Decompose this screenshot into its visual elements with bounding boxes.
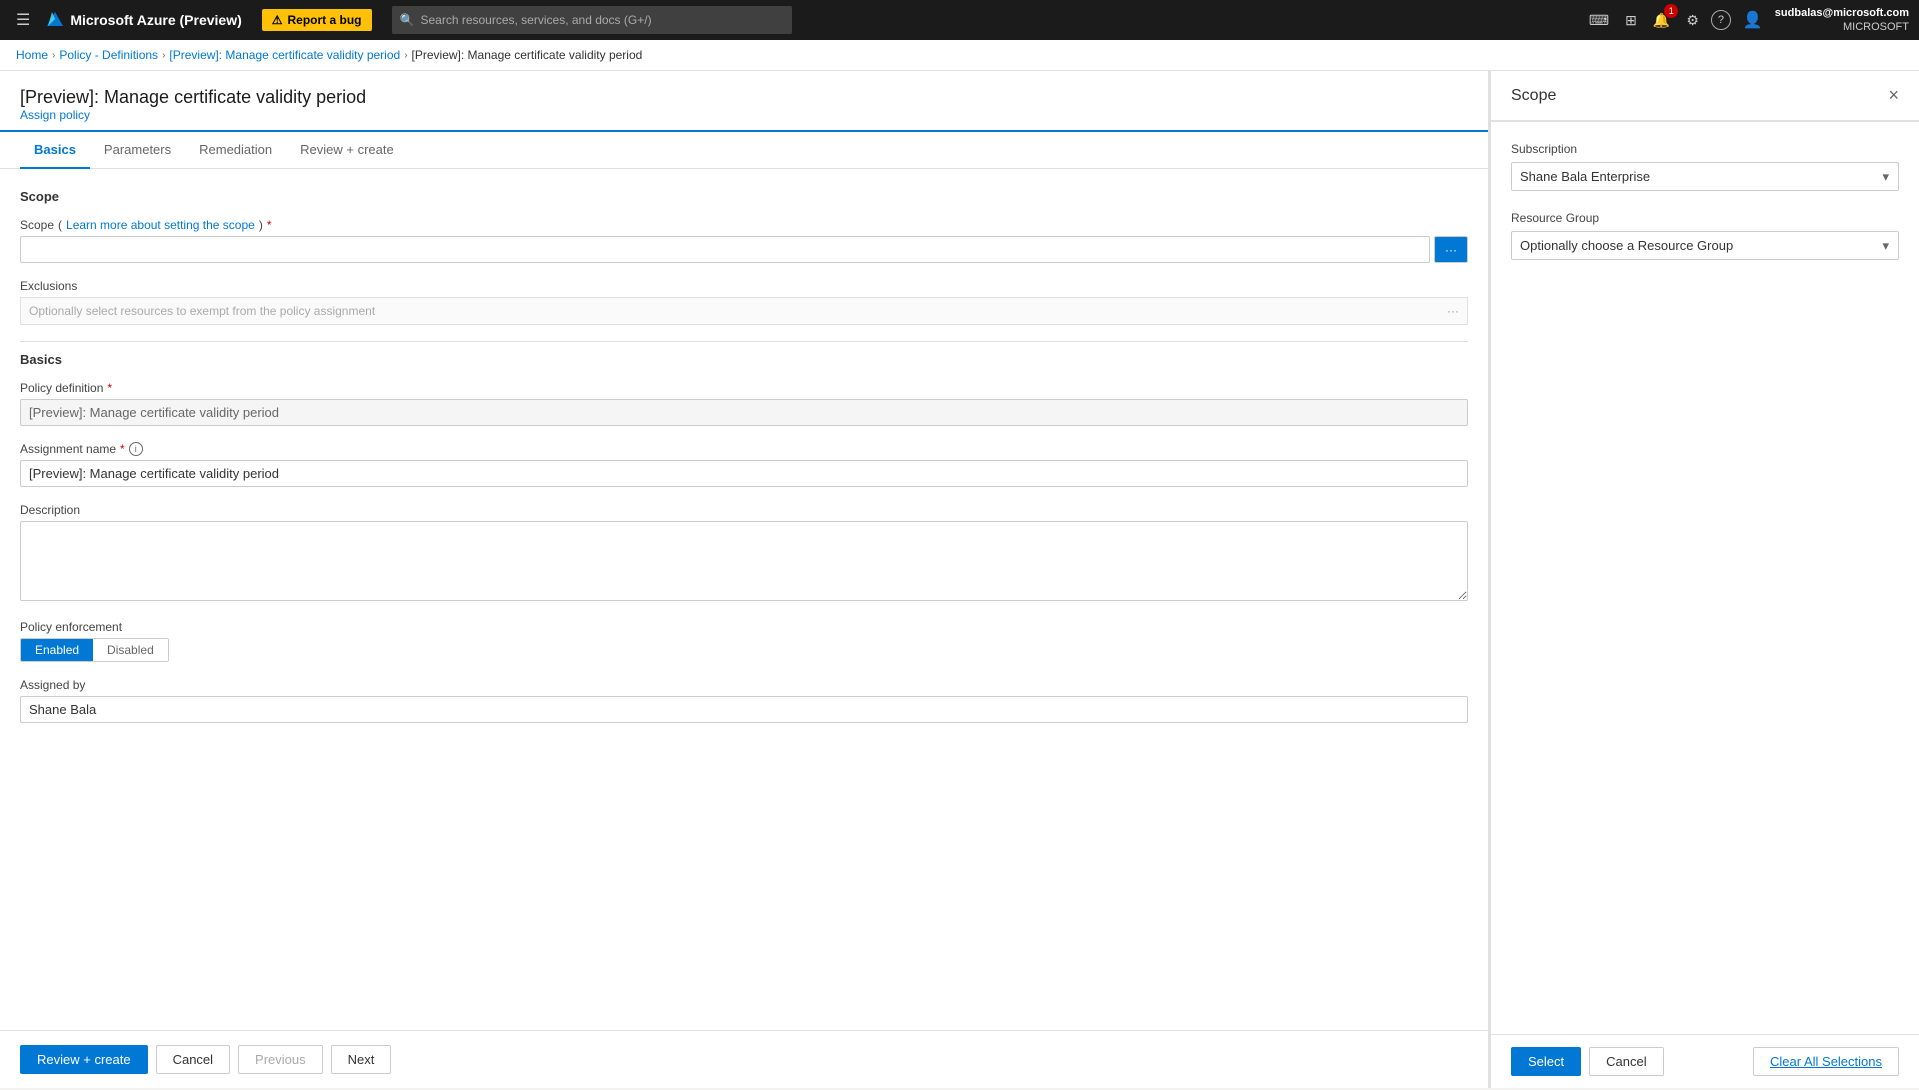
help-icon[interactable]: ?: [1711, 10, 1731, 30]
enforcement-enabled-button[interactable]: Enabled: [21, 639, 93, 661]
breadcrumb-preview-manage[interactable]: [Preview]: Manage certificate validity p…: [169, 48, 400, 62]
exclusions-field[interactable]: Optionally select resources to exempt fr…: [20, 297, 1468, 325]
resource-group-section: Resource Group Optionally choose a Resou…: [1511, 211, 1899, 260]
terminal-icon[interactable]: ⌨: [1585, 8, 1613, 33]
scope-input[interactable]: [20, 236, 1430, 263]
tab-basics[interactable]: Basics: [20, 132, 90, 169]
previous-button[interactable]: Previous: [238, 1045, 323, 1074]
subscription-section: Subscription Shane Bala Enterprise: [1511, 142, 1899, 191]
assigned-by-input[interactable]: [20, 696, 1468, 723]
policy-def-label: Policy definition *: [20, 381, 1468, 395]
search-input[interactable]: [420, 13, 783, 27]
exclusions-label: Exclusions: [20, 279, 1468, 293]
notification-badge: 1: [1664, 4, 1678, 18]
topbar: ☰ Microsoft Azure (Preview) ⚠ Report a b…: [0, 0, 1919, 40]
breadcrumb-sep-3: ›: [404, 50, 407, 61]
resource-group-select-wrapper: Optionally choose a Resource Group: [1511, 231, 1899, 260]
warning-icon: ⚠: [272, 13, 283, 27]
scope-panel: Scope × Subscription Shane Bala Enterpri…: [1489, 71, 1919, 1088]
subscription-label: Subscription: [1511, 142, 1899, 156]
settings-icon[interactable]: ⚙: [1682, 8, 1703, 33]
resource-group-select[interactable]: Optionally choose a Resource Group: [1511, 231, 1899, 260]
scope-panel-footer: Select Cancel Clear All Selections: [1491, 1034, 1919, 1088]
exclusions-placeholder: Optionally select resources to exempt fr…: [29, 304, 375, 318]
tab-parameters[interactable]: Parameters: [90, 132, 185, 169]
description-textarea[interactable]: [20, 521, 1468, 601]
enforcement-toggle: Enabled Disabled: [20, 638, 169, 662]
form-content: Scope Scope (Learn more about setting th…: [0, 169, 1488, 1030]
enforcement-disabled-button[interactable]: Disabled: [93, 639, 168, 661]
scope-ellipsis-button[interactable]: ···: [1434, 236, 1468, 263]
clear-all-button[interactable]: Clear All Selections: [1753, 1047, 1899, 1076]
main-layout: [Preview]: Manage certificate validity p…: [0, 71, 1919, 1088]
panel-header: [Preview]: Manage certificate validity p…: [0, 71, 1488, 132]
user-info: sudbalas@microsoft.com MICROSOFT: [1775, 6, 1909, 35]
policy-enforcement-group: Policy enforcement Enabled Disabled: [20, 620, 1468, 662]
description-label: Description: [20, 503, 1468, 517]
notifications[interactable]: 🔔 1: [1649, 8, 1674, 33]
breadcrumb: Home › Policy - Definitions › [Preview]:…: [0, 40, 1919, 71]
breadcrumb-sep-1: ›: [52, 50, 55, 61]
assignment-name-input[interactable]: [20, 460, 1468, 487]
tab-review-create[interactable]: Review + create: [286, 132, 408, 169]
scope-panel-content: Subscription Shane Bala Enterprise Resou…: [1491, 122, 1919, 1034]
azure-logo-icon: [46, 11, 64, 29]
scope-learn-more-link[interactable]: Learn more about setting the scope: [66, 218, 255, 232]
scope-required: *: [267, 218, 272, 232]
user-icon[interactable]: 👤: [1739, 6, 1767, 34]
scope-footer-actions: Select Cancel: [1511, 1047, 1664, 1076]
exclusions-ellipsis-icon: ···: [1447, 304, 1459, 318]
topbar-right: ⌨ ⊞ 🔔 1 ⚙ ? 👤 sudbalas@microsoft.com MIC…: [1585, 6, 1909, 35]
scope-section-title: Scope: [20, 189, 1468, 204]
breadcrumb-home[interactable]: Home: [16, 48, 48, 62]
bottom-bar: Review + create Cancel Previous Next: [0, 1030, 1488, 1088]
left-panel: [Preview]: Manage certificate validity p…: [0, 71, 1489, 1088]
scope-panel-title: Scope: [1511, 87, 1556, 105]
breadcrumb-current: [Preview]: Manage certificate validity p…: [412, 48, 643, 62]
assignment-name-required: *: [120, 442, 125, 456]
scope-panel-header: Scope ×: [1491, 71, 1919, 121]
report-bug-button[interactable]: ⚠ Report a bug: [262, 9, 372, 31]
cancel-button[interactable]: Cancel: [156, 1045, 230, 1074]
review-create-button[interactable]: Review + create: [20, 1045, 148, 1074]
assigned-by-group: Assigned by: [20, 678, 1468, 723]
assigned-by-label: Assigned by: [20, 678, 1468, 692]
subscription-select-wrapper: Shane Bala Enterprise: [1511, 162, 1899, 191]
exclusions-group: Exclusions Optionally select resources t…: [20, 279, 1468, 325]
portal-menu-icon[interactable]: ⊞: [1621, 8, 1641, 33]
assignment-name-info-icon[interactable]: i: [129, 442, 143, 456]
scope-row: ···: [20, 236, 1468, 263]
scope-label: Scope (Learn more about setting the scop…: [20, 218, 1468, 232]
breadcrumb-sep-2: ›: [162, 50, 165, 61]
description-group: Description: [20, 503, 1468, 604]
tabs: Basics Parameters Remediation Review + c…: [0, 132, 1488, 169]
scope-panel-close-button[interactable]: ×: [1888, 85, 1899, 106]
resource-group-label: Resource Group: [1511, 211, 1899, 225]
policy-def-required: *: [107, 381, 112, 395]
next-button[interactable]: Next: [331, 1045, 392, 1074]
separator-1: [20, 341, 1468, 342]
assignment-name-group: Assignment name * i: [20, 442, 1468, 487]
subscription-select[interactable]: Shane Bala Enterprise: [1511, 162, 1899, 191]
page-title: [Preview]: Manage certificate validity p…: [20, 87, 1468, 108]
policy-enforcement-label: Policy enforcement: [20, 620, 1468, 634]
breadcrumb-policy-definitions[interactable]: Policy - Definitions: [59, 48, 158, 62]
policy-def-input: [20, 399, 1468, 426]
scope-group: Scope (Learn more about setting the scop…: [20, 218, 1468, 263]
assignment-name-label: Assignment name * i: [20, 442, 1468, 456]
search-icon: 🔍: [400, 13, 415, 27]
tab-remediation[interactable]: Remediation: [185, 132, 286, 169]
search-bar[interactable]: 🔍: [392, 6, 792, 34]
assign-policy-link[interactable]: Assign policy: [20, 108, 1468, 122]
policy-def-group: Policy definition *: [20, 381, 1468, 426]
select-button[interactable]: Select: [1511, 1047, 1581, 1076]
brand: Microsoft Azure (Preview): [46, 11, 241, 29]
basics-section-title: Basics: [20, 352, 1468, 367]
hamburger-icon[interactable]: ☰: [10, 4, 36, 36]
scope-cancel-button[interactable]: Cancel: [1589, 1047, 1663, 1076]
